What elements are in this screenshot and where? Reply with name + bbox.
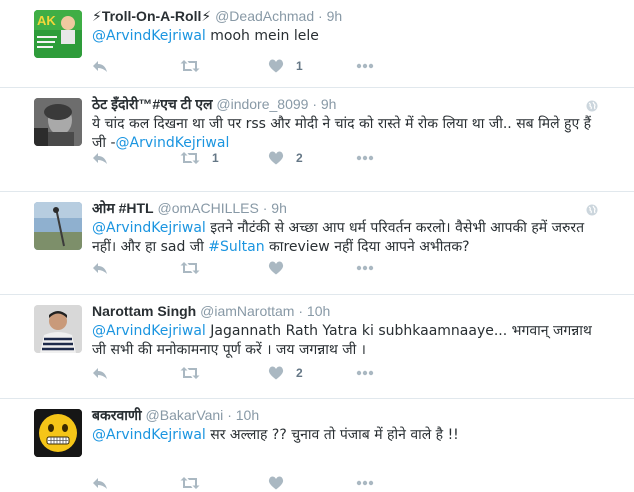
reply-icon xyxy=(92,366,108,380)
retweet-icon xyxy=(180,151,200,165)
author-name[interactable]: Narottam Singh xyxy=(92,303,196,319)
like-button[interactable] xyxy=(268,261,356,275)
tweet-actions: 1 xyxy=(92,58,444,74)
author-username[interactable]: @BakarVani xyxy=(146,407,224,423)
tweet-timeline: AK ⚡Troll-On-A-Roll⚡ @DeadAchmad · 9h @A… xyxy=(0,0,634,492)
tweet-text: @ArvindKejriwal सर अल्लाह ?? चुनाव तो पं… xyxy=(92,426,594,445)
separator-dot: · xyxy=(227,407,232,423)
author-username[interactable]: @DeadAchmad xyxy=(215,8,314,24)
avatar[interactable] xyxy=(34,98,82,146)
retweet-button[interactable]: 1 xyxy=(180,151,268,165)
like-count: 1 xyxy=(296,59,303,73)
separator-dot: · xyxy=(298,303,304,319)
retweet-button[interactable] xyxy=(180,366,268,380)
reply-button[interactable] xyxy=(92,261,180,275)
tweet-text-segment: mooh mein lele xyxy=(205,28,319,44)
svg-text:AK: AK xyxy=(37,13,56,28)
tweet-text-segment: सर अल्लाह ?? चुनाव तो पंजाब में होने वाल… xyxy=(205,427,459,443)
tweet[interactable]: Narottam Singh @iamNarottam · 10h @Arvin… xyxy=(0,295,634,399)
more-dots-icon xyxy=(356,370,374,376)
tweet-text-segment: काreview नहीं दिया आपने अभीतक? xyxy=(264,239,470,255)
reply-icon xyxy=(92,261,108,275)
heart-icon xyxy=(268,366,284,380)
heart-icon xyxy=(268,59,284,73)
avatar[interactable] xyxy=(34,202,82,250)
author-name[interactable]: बकरवाणी xyxy=(92,407,142,423)
tweet[interactable]: ठेट इँदोरी™#एच टी एल @indore_8099 · 9h य… xyxy=(0,88,634,192)
author-name[interactable]: ओम #HTL xyxy=(92,200,154,216)
more-button[interactable] xyxy=(356,63,444,69)
tweet-timestamp[interactable]: 9h xyxy=(327,8,343,24)
more-button[interactable] xyxy=(356,480,444,486)
hashtag-link[interactable]: #Sultan xyxy=(208,239,264,255)
tweet-timestamp[interactable]: 9h xyxy=(321,96,337,112)
author-username[interactable]: @indore_8099 xyxy=(216,96,308,112)
tweet-text: @ArvindKejriwal इतने नौटंकी से अच्छा आप … xyxy=(92,219,594,257)
tweet-text: ये चांद कल दिखना था जी पर rss और मोदी ने… xyxy=(92,115,594,153)
mention-link[interactable]: @ArvindKejriwal xyxy=(92,28,206,44)
tweet[interactable]: AK ⚡Troll-On-A-Roll⚡ @DeadAchmad · 9h @A… xyxy=(0,0,634,88)
tweet-actions xyxy=(92,475,444,491)
tweet-timestamp[interactable]: 10h xyxy=(307,303,330,319)
author-name[interactable]: ⚡Troll-On-A-Roll⚡ xyxy=(92,8,211,24)
reply-icon xyxy=(92,151,108,165)
mention-link[interactable]: @ArvindKejriwal xyxy=(92,323,206,339)
tweet-actions xyxy=(92,260,444,276)
retweet-icon xyxy=(180,366,200,380)
globe-icon xyxy=(586,204,598,216)
retweet-icon xyxy=(180,59,200,73)
like-button[interactable]: 2 xyxy=(268,151,356,165)
tweet-text: @ArvindKejriwal mooh mein lele xyxy=(92,27,594,46)
author-username[interactable]: @iamNarottam xyxy=(200,303,294,319)
tweet-actions: 12 xyxy=(92,150,444,166)
separator-dot: · xyxy=(262,200,268,216)
more-dots-icon xyxy=(356,480,374,486)
more-dots-icon xyxy=(356,63,374,69)
mention-link[interactable]: @ArvindKejriwal xyxy=(92,220,206,236)
retweet-button[interactable] xyxy=(180,476,268,490)
more-button[interactable] xyxy=(356,265,444,271)
reply-button[interactable] xyxy=(92,476,180,490)
more-button[interactable] xyxy=(356,370,444,376)
tweet-text: @ArvindKejriwal Jagannath Rath Yatra ki … xyxy=(92,322,594,360)
more-dots-icon xyxy=(356,155,374,161)
reply-button[interactable] xyxy=(92,366,180,380)
like-button[interactable] xyxy=(268,476,356,490)
retweet-icon xyxy=(180,476,200,490)
like-button[interactable]: 1 xyxy=(268,59,356,73)
reply-icon xyxy=(92,476,108,490)
avatar[interactable] xyxy=(34,409,82,457)
tweet[interactable]: बकरवाणी @BakarVani · 10h @ArvindKejriwal… xyxy=(0,399,634,492)
retweet-button[interactable] xyxy=(180,59,268,73)
like-count: 2 xyxy=(296,366,303,380)
retweet-button[interactable] xyxy=(180,261,268,275)
more-button[interactable] xyxy=(356,155,444,161)
reply-button[interactable] xyxy=(92,59,180,73)
like-count: 2 xyxy=(296,151,303,165)
tweet-actions: 2 xyxy=(92,365,444,381)
heart-icon xyxy=(268,261,284,275)
tweet[interactable]: ओम #HTL @omACHILLES · 9h @ArvindKejriwal… xyxy=(0,192,634,295)
retweet-icon xyxy=(180,261,200,275)
separator-dot: · xyxy=(312,96,317,112)
heart-icon xyxy=(268,151,284,165)
heart-icon xyxy=(268,476,284,490)
separator-dot: · xyxy=(318,8,323,24)
author-username[interactable]: @omACHILLES xyxy=(157,200,258,216)
tweet-timestamp[interactable]: 9h xyxy=(271,200,287,216)
avatar[interactable]: AK xyxy=(34,10,82,58)
author-name[interactable]: ठेट इँदोरी™#एच टी एल xyxy=(92,96,212,112)
tweet-timestamp[interactable]: 10h xyxy=(236,407,259,423)
globe-icon xyxy=(586,100,598,112)
mention-link[interactable]: @ArvindKejriwal xyxy=(92,427,206,443)
retweet-count: 1 xyxy=(212,151,219,165)
avatar[interactable] xyxy=(34,305,82,353)
reply-icon xyxy=(92,59,108,73)
like-button[interactable]: 2 xyxy=(268,366,356,380)
more-dots-icon xyxy=(356,265,374,271)
reply-button[interactable] xyxy=(92,151,180,165)
mention-link[interactable]: @ArvindKejriwal xyxy=(116,135,230,151)
